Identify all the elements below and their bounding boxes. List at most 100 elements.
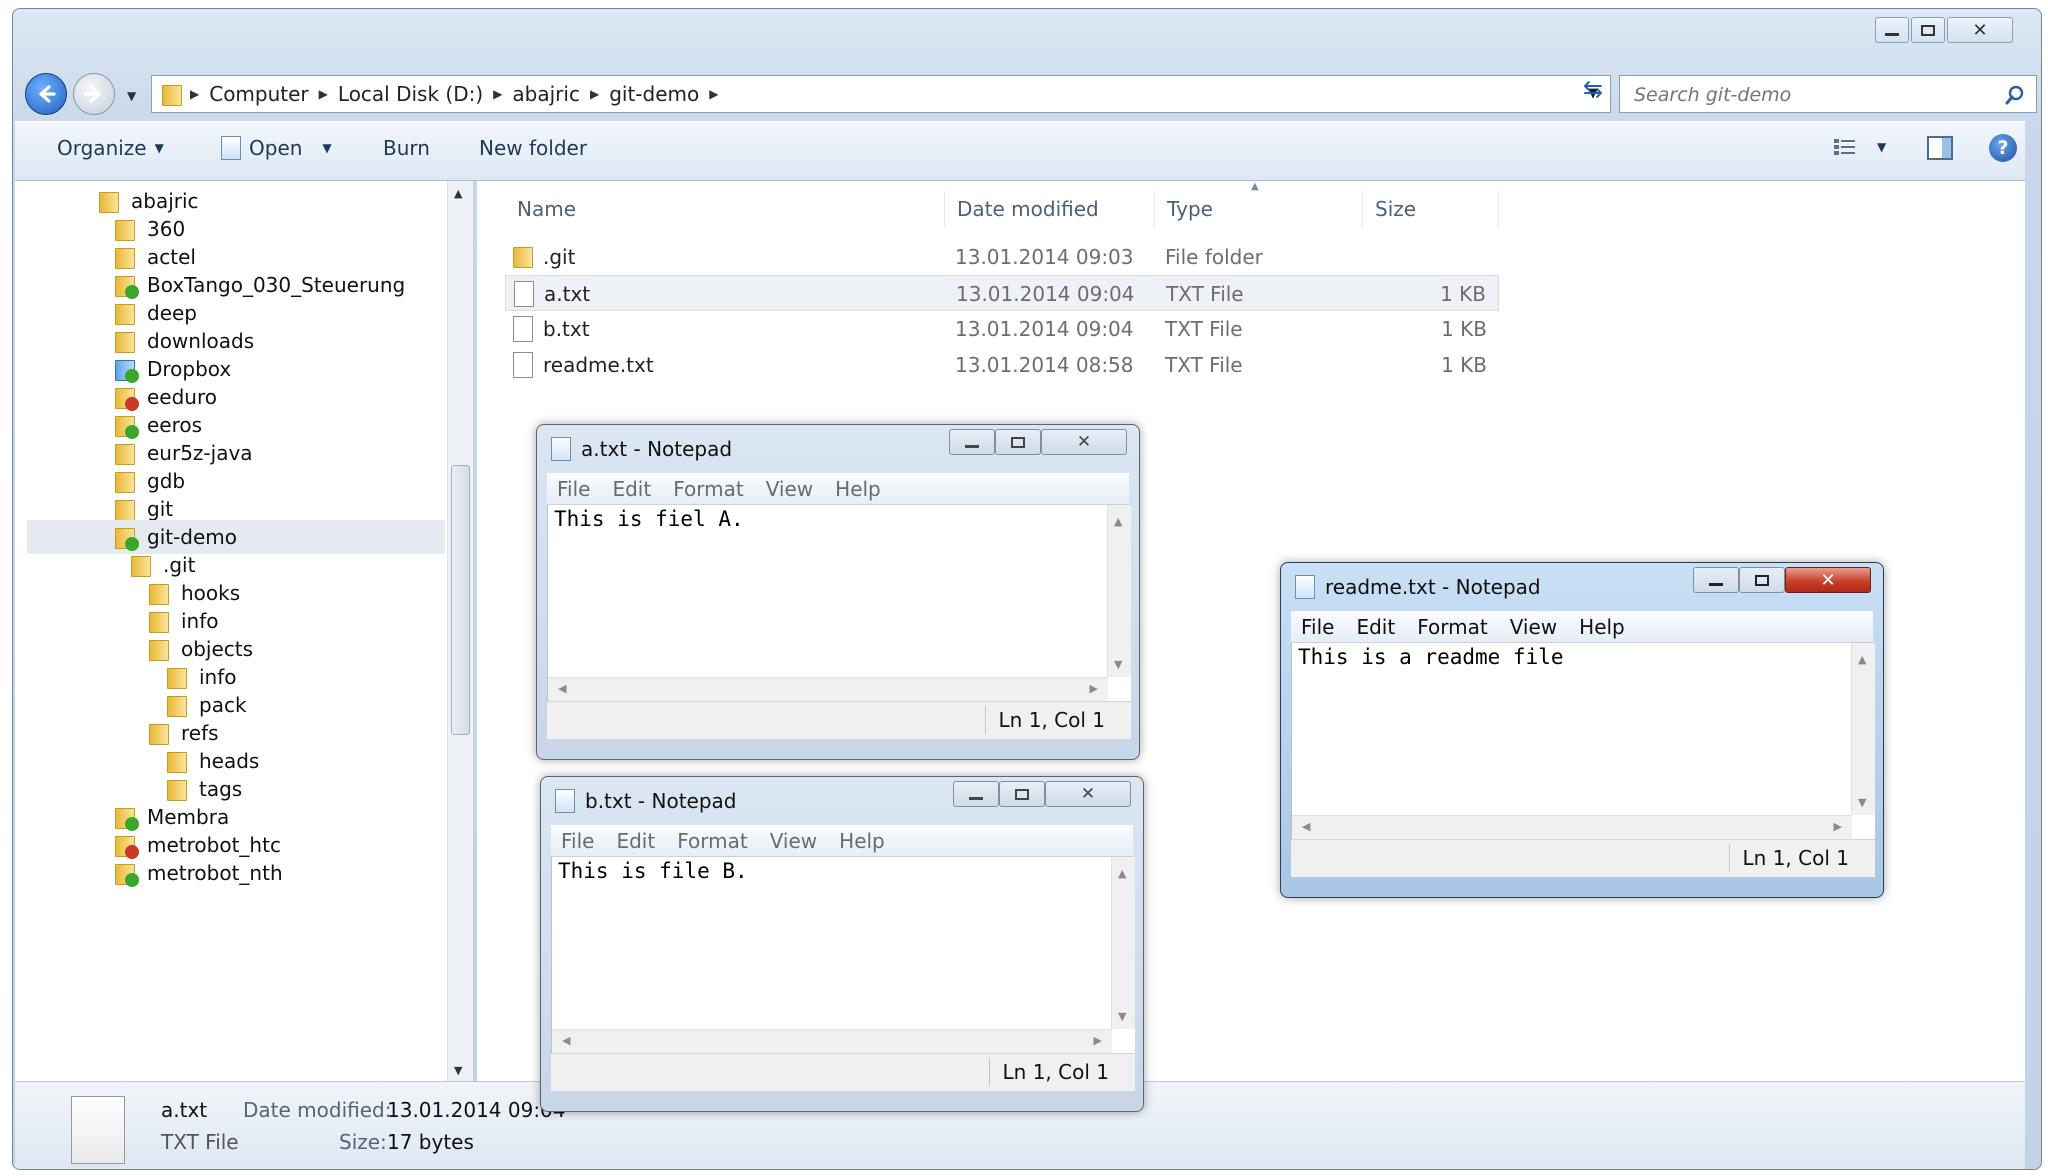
tree-item[interactable]: metrobot_nth	[115, 856, 283, 890]
window-title: readme.txt - Notepad	[1325, 575, 1541, 599]
horizontal-scrollbar[interactable]: ◀ ▶	[1292, 815, 1852, 839]
scroll-left-icon[interactable]: ◀	[558, 682, 566, 695]
tree-item-selected[interactable]: git-demo	[27, 520, 445, 554]
maximize-button[interactable]	[1911, 17, 1945, 43]
close-button[interactable]: ✕	[1041, 429, 1127, 455]
scroll-up-icon[interactable]: ▲	[454, 187, 462, 200]
scroll-right-icon[interactable]: ▶	[1090, 682, 1098, 695]
minimize-button[interactable]	[1875, 17, 1909, 43]
file-row[interactable]: b.txt 13.01.2014 09:04 TXT File 1 KB	[505, 311, 1499, 347]
menu-view[interactable]: View	[770, 829, 817, 853]
vertical-scrollbar[interactable]: ▲ ▼	[1851, 643, 1875, 815]
scroll-left-icon[interactable]: ◀	[1302, 820, 1310, 833]
breadcrumb-git-demo[interactable]: git-demo	[609, 82, 699, 106]
maximize-button[interactable]	[995, 429, 1041, 455]
scroll-right-icon[interactable]: ▶	[1834, 820, 1842, 833]
back-button[interactable]	[25, 73, 67, 115]
maximize-icon	[1755, 574, 1769, 586]
tree-scrollbar[interactable]: ▲ ▼	[447, 181, 473, 1081]
menu-view[interactable]: View	[766, 477, 813, 501]
menu-file[interactable]: File	[557, 477, 590, 501]
column-header-size[interactable]: Size	[1363, 191, 1499, 227]
vertical-scrollbar[interactable]: ▲ ▼	[1111, 857, 1135, 1029]
search-box[interactable]	[1619, 75, 2037, 113]
maximize-button[interactable]	[999, 781, 1045, 807]
menu-format[interactable]: Format	[673, 477, 743, 501]
notepad-window-a[interactable]: a.txt - Notepad ✕ File Edit Format View …	[536, 424, 1140, 760]
column-header-type[interactable]: Type ▲	[1155, 181, 1363, 227]
horizontal-scrollbar[interactable]: ◀ ▶	[548, 677, 1108, 701]
maximize-button[interactable]	[1739, 567, 1785, 593]
breadcrumb-separator-icon[interactable]: ▶	[709, 87, 718, 101]
tree-item-label: BoxTango_030_Steuerung	[147, 273, 406, 297]
scroll-left-icon[interactable]: ◀	[562, 1034, 570, 1047]
burn-button[interactable]: Burn	[383, 136, 430, 160]
tree-item-label: pack	[199, 693, 247, 717]
scrollbar-thumb[interactable]	[451, 465, 470, 735]
menu-file[interactable]: File	[1301, 615, 1334, 639]
git-folder-icon	[115, 413, 139, 439]
refresh-icon[interactable]: ⇆	[1583, 75, 1603, 103]
close-button[interactable]: ✕	[1947, 17, 2013, 43]
minimize-button[interactable]	[1693, 567, 1739, 593]
organize-button[interactable]: Organize ▼	[57, 136, 164, 160]
file-row[interactable]: .git 13.01.2014 09:03 File folder	[505, 239, 1499, 275]
breadcrumb-separator-icon[interactable]: ▶	[493, 87, 502, 101]
breadcrumb-separator-icon[interactable]: ▶	[590, 87, 599, 101]
tree-item-label: downloads	[147, 329, 255, 353]
preview-pane-icon[interactable]	[1927, 136, 1953, 160]
notepad-window-b[interactable]: b.txt - Notepad ✕ File Edit Format View …	[540, 776, 1144, 1112]
text-content: This is fiel A.	[554, 507, 744, 531]
tree-item-label: metrobot_nth	[147, 861, 283, 885]
scroll-down-icon[interactable]: ▼	[1118, 1010, 1126, 1023]
menu-format[interactable]: Format	[1417, 615, 1487, 639]
menu-edit[interactable]: Edit	[616, 829, 655, 853]
details-file-type: TXT File	[161, 1130, 239, 1154]
help-icon[interactable]: ?	[1989, 134, 2017, 162]
scroll-down-icon[interactable]: ▼	[1114, 658, 1122, 671]
text-area[interactable]: This is file B. ▲ ▼ ◀ ▶	[551, 857, 1135, 1053]
minimize-button[interactable]	[953, 781, 999, 807]
scroll-up-icon[interactable]: ▲	[1118, 867, 1126, 880]
scroll-up-icon[interactable]: ▲	[1858, 653, 1866, 666]
menu-help[interactable]: Help	[839, 829, 885, 853]
tree-item-label: metrobot_htc	[147, 833, 281, 857]
menu-help[interactable]: Help	[835, 477, 881, 501]
file-row-selected[interactable]: a.txt 13.01.2014 09:04 TXT File 1 KB	[505, 275, 1499, 311]
horizontal-scrollbar[interactable]: ◀ ▶	[552, 1029, 1112, 1053]
view-options-button[interactable]: ▼	[1833, 136, 1886, 158]
breadcrumb-separator-icon[interactable]: ▶	[319, 87, 328, 101]
text-area[interactable]: This is a readme file ▲ ▼ ◀ ▶	[1291, 643, 1875, 839]
breadcrumb-abajric[interactable]: abajric	[512, 82, 580, 106]
menu-format[interactable]: Format	[677, 829, 747, 853]
menu-help[interactable]: Help	[1579, 615, 1625, 639]
column-header-name[interactable]: Name	[505, 191, 945, 227]
close-button[interactable]: ✕	[1045, 781, 1131, 807]
breadcrumb-computer[interactable]: Computer	[209, 82, 308, 106]
breadcrumb-separator-icon[interactable]: ▶	[190, 87, 199, 101]
forward-button[interactable]	[73, 73, 115, 115]
menu-view[interactable]: View	[1510, 615, 1557, 639]
tree-item-label: eur5z-java	[147, 441, 253, 465]
search-input[interactable]	[1632, 82, 1996, 108]
scroll-down-icon[interactable]: ▼	[1858, 796, 1866, 809]
scroll-down-icon[interactable]: ▼	[454, 1064, 462, 1077]
recent-pages-dropdown-icon[interactable]: ▼	[127, 89, 136, 103]
file-row[interactable]: readme.txt 13.01.2014 08:58 TXT File 1 K…	[505, 347, 1499, 383]
menu-edit[interactable]: Edit	[1356, 615, 1395, 639]
address-bar[interactable]: ▶ Computer ▶ Local Disk (D:) ▶ abajric ▶…	[151, 75, 1611, 113]
text-area[interactable]: This is fiel A. ▲ ▼ ◀ ▶	[547, 505, 1131, 701]
new-folder-button[interactable]: New folder	[479, 136, 587, 160]
menu-file[interactable]: File	[561, 829, 594, 853]
scroll-up-icon[interactable]: ▲	[1114, 515, 1122, 528]
open-button[interactable]: Open ▼	[221, 136, 332, 160]
close-button[interactable]: ✕	[1785, 567, 1871, 593]
column-header-date[interactable]: Date modified	[945, 191, 1155, 227]
scroll-right-icon[interactable]: ▶	[1094, 1034, 1102, 1047]
search-icon[interactable]	[2004, 84, 2026, 106]
menu-edit[interactable]: Edit	[612, 477, 651, 501]
breadcrumb-local-disk[interactable]: Local Disk (D:)	[338, 82, 483, 106]
notepad-window-readme[interactable]: readme.txt - Notepad ✕ File Edit Format …	[1280, 562, 1884, 898]
minimize-button[interactable]	[949, 429, 995, 455]
vertical-scrollbar[interactable]: ▲ ▼	[1107, 505, 1131, 677]
